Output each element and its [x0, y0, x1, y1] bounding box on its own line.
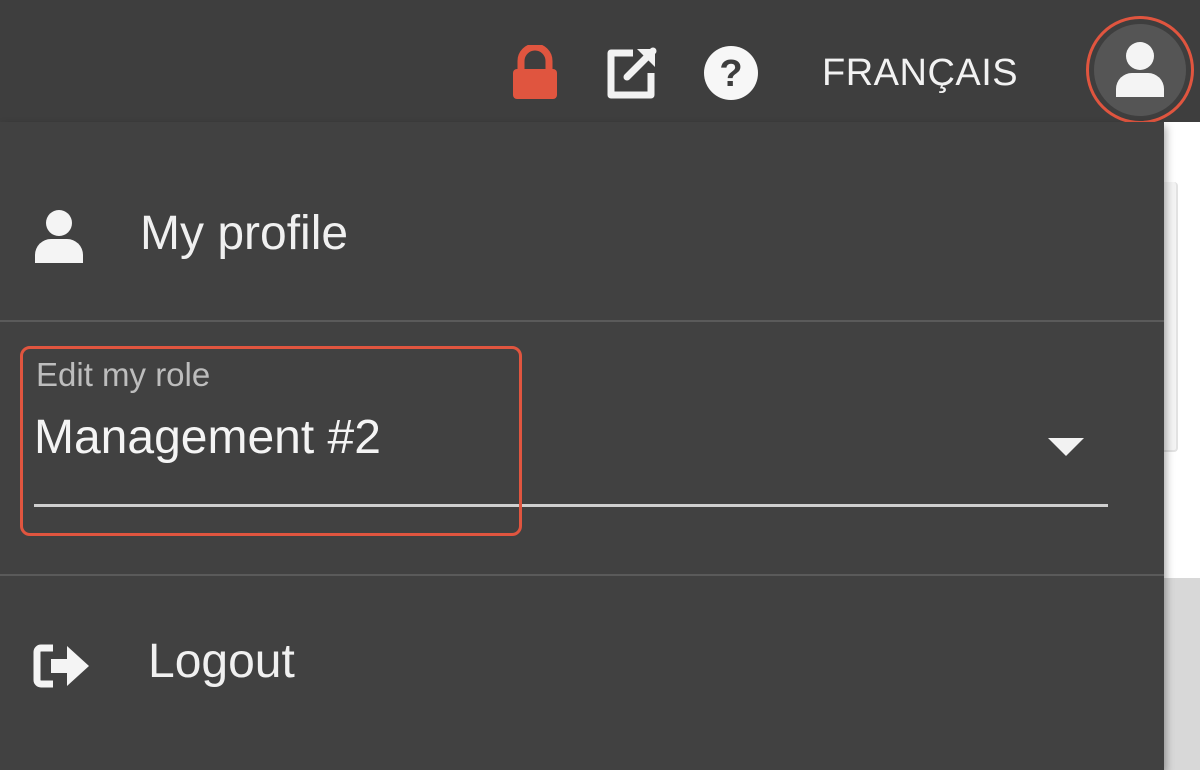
avatar-highlight — [1086, 16, 1194, 124]
edit-role-label: Edit my role — [36, 356, 211, 393]
menu-item-label: My profile — [140, 207, 349, 260]
menu-divider — [0, 320, 1164, 322]
edit-role-select[interactable]: Edit my role Management #2 — [34, 354, 1110, 510]
top-bar: ? FRANÇAIS — [0, 0, 1200, 124]
svg-text:?: ? — [719, 53, 742, 95]
external-link-icon[interactable] — [600, 42, 664, 102]
user-icon — [32, 208, 86, 266]
menu-item-logout[interactable]: Logout — [0, 596, 1164, 736]
background-panel — [1164, 578, 1200, 770]
select-underline — [34, 504, 1108, 507]
menu-item-label: Logout — [148, 635, 295, 688]
help-icon[interactable]: ? — [702, 44, 760, 102]
background-page — [1164, 122, 1200, 770]
menu-item-my-profile[interactable]: My profile — [0, 174, 1164, 296]
edit-role-value: Management #2 — [34, 411, 381, 464]
caret-down-icon[interactable] — [1048, 438, 1084, 456]
lock-icon[interactable] — [506, 44, 564, 102]
user-dropdown-menu: My profile Edit my role Management #2 Lo… — [0, 122, 1164, 770]
sign-out-icon — [32, 642, 92, 690]
background-card — [1164, 182, 1178, 452]
menu-divider — [0, 574, 1164, 576]
language-switch-button[interactable]: FRANÇAIS — [822, 46, 1018, 100]
